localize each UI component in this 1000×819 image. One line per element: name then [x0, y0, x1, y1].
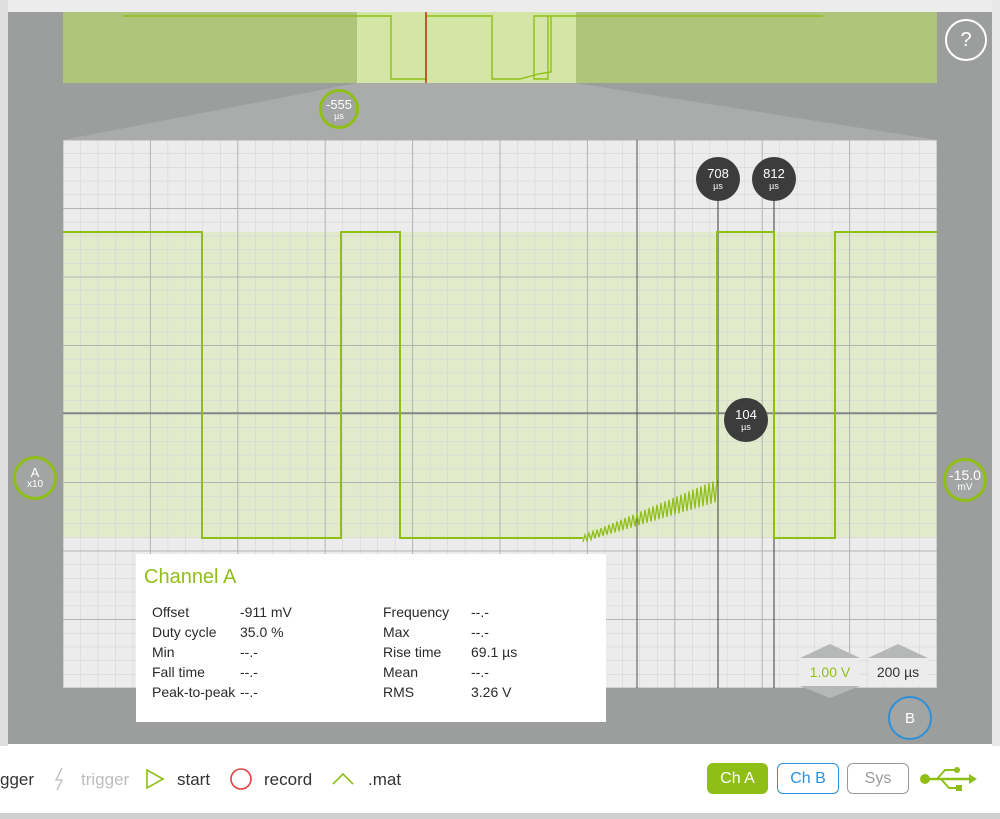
cursor-2-value: 812	[763, 166, 785, 181]
measurement-value: 3.26 V	[471, 684, 512, 700]
trigger-button[interactable]: trigger	[81, 770, 129, 790]
measurement-label: Offset	[152, 604, 190, 620]
measurement-value: --.-	[240, 664, 258, 680]
time-scale[interactable]: 200 µs	[868, 658, 928, 686]
channel-b-offset-marker[interactable]: B	[888, 696, 932, 740]
right-strip	[992, 0, 1000, 746]
left-strip	[0, 0, 8, 746]
time-offset-value: -555	[325, 96, 353, 112]
start-button[interactable]: start	[177, 770, 210, 790]
channel-a-button-label: Ch A	[720, 769, 755, 787]
bottom-border	[0, 813, 1000, 819]
measurement-panel: Channel A Offset -911 mV Duty cycle 35.0 % M…	[136, 554, 606, 722]
measurement-label: Rise time	[383, 644, 442, 660]
measurement-label: RMS	[383, 684, 415, 700]
cursor-delta-value: 104	[735, 407, 757, 422]
voltage-scale[interactable]: 1.00 V	[800, 658, 860, 686]
measurement-value: 69.1 µs	[471, 644, 518, 660]
voltage-scale-up-arrow[interactable]	[800, 644, 860, 658]
voltage-scale-value: 1.00 V	[809, 664, 851, 680]
measurement-value: --.-	[471, 664, 489, 680]
measurement-value: -911 mV	[240, 604, 292, 620]
trigger-level-value: -15.0	[949, 466, 981, 483]
overview-strip[interactable]	[63, 12, 937, 83]
measurement-label: Frequency	[383, 604, 450, 620]
channel-b-button[interactable]: Ch B	[777, 763, 839, 794]
record-icon	[230, 768, 252, 790]
oscilloscope-app: ? -555 µs 708 µs 812 µs 104 µs A x10 -15…	[0, 0, 1000, 819]
export-icon	[332, 772, 354, 785]
time-scale-value: 200 µs	[876, 664, 920, 680]
system-button[interactable]: Sys	[847, 763, 909, 794]
help-label: ?	[960, 28, 972, 51]
channel-b-button-label: Ch B	[790, 769, 826, 787]
measurement-value: --.-	[240, 684, 258, 700]
channel-a-offset-marker[interactable]: A x10	[13, 456, 57, 500]
measurement-label: Peak-to-peak	[152, 684, 236, 700]
record-button[interactable]: record	[264, 770, 312, 790]
channel-a-button[interactable]: Ch A	[707, 763, 768, 794]
measurement-label: Duty cycle	[152, 624, 217, 640]
help-button[interactable]: ?	[945, 19, 987, 61]
channel-a-gain: x10	[26, 479, 44, 490]
measurement-title: Channel A	[144, 566, 237, 588]
time-scale-up-arrow[interactable]	[868, 644, 928, 658]
export-mat-button[interactable]: .mat	[368, 770, 401, 790]
zoom-wedge	[63, 83, 937, 140]
top-strip	[0, 0, 1000, 12]
cursor-1-unit: µs	[713, 181, 723, 191]
time-offset-unit: µs	[334, 110, 344, 121]
channel-b-marker-label: B	[904, 709, 915, 727]
cursor-2-handle[interactable]: 812 µs	[752, 157, 796, 201]
measurement-value: --.-	[240, 644, 258, 660]
measurement-value: --.-	[471, 604, 489, 620]
measurement-label: Max	[383, 624, 410, 640]
measurement-label: Fall time	[152, 664, 205, 680]
cursor-delta-unit: µs	[741, 422, 751, 432]
cursor-1-handle[interactable]: 708 µs	[696, 157, 740, 201]
overview-trace	[123, 12, 823, 83]
system-button-label: Sys	[864, 769, 892, 787]
trigger-level-marker[interactable]: -15.0 mV	[943, 458, 987, 502]
usb-icon	[920, 767, 977, 791]
measurement-label: Min	[152, 644, 175, 660]
channel-a-marker-label: A	[30, 465, 40, 480]
cursor-2-unit: µs	[769, 181, 779, 191]
voltage-scale-down-arrow[interactable]	[800, 686, 860, 698]
lightning-icon	[54, 767, 64, 791]
measurement-value: --.-	[471, 624, 489, 640]
play-icon	[146, 768, 165, 790]
cursor-delta-label: 104 µs	[724, 398, 768, 442]
trigger-mode-button[interactable]: gger	[0, 770, 34, 790]
trigger-level-unit: mV	[957, 481, 973, 493]
measurement-label: Mean	[383, 664, 419, 680]
measurement-value: 35.0 %	[240, 624, 284, 640]
time-offset-marker[interactable]: -555 µs	[319, 89, 359, 129]
cursor-1-value: 708	[707, 166, 729, 181]
